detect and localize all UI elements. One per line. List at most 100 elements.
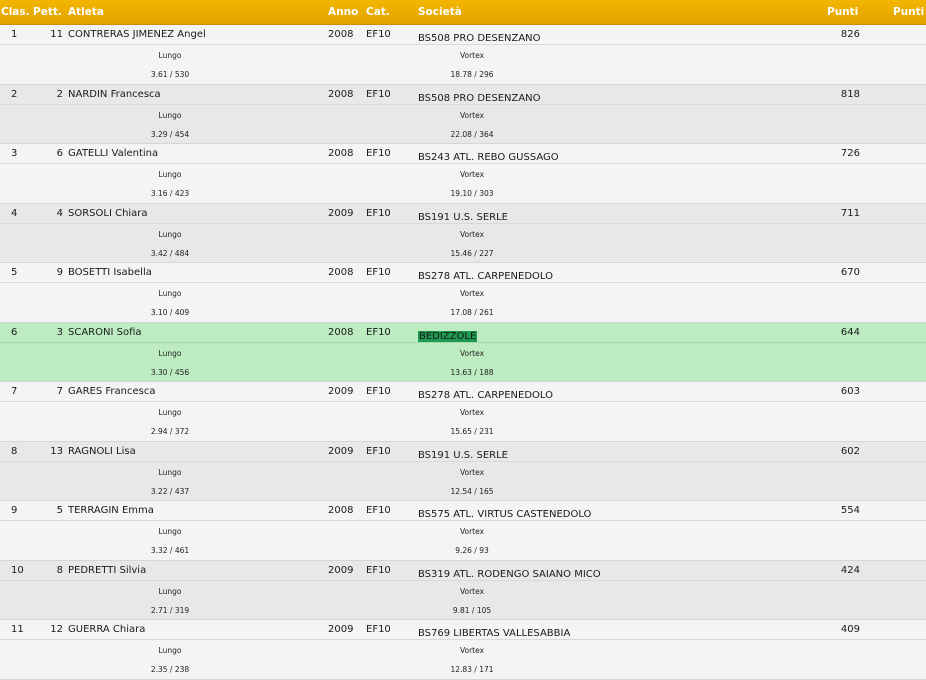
event-1-name: Lungo <box>158 51 182 60</box>
category-cell: EF10 <box>366 29 391 40</box>
event-2-name: Vortex <box>459 527 485 536</box>
rank-cell: 1 <box>11 29 18 40</box>
athlete-name-cell[interactable]: PEDRETTI Silvia <box>68 565 146 576</box>
points-cell: 711 <box>840 207 860 219</box>
year-cell: 2009 <box>328 624 354 635</box>
event-1-name: Lungo <box>158 170 182 179</box>
rank-cell: 10 <box>11 564 24 576</box>
table-header: Clas. Pett. Atleta Anno Cat. Società Pun… <box>0 0 926 25</box>
rank-cell: 8 <box>11 445 18 457</box>
event-2-result: 18.78 / 296 <box>450 70 494 79</box>
event-2-name: Vortex <box>459 586 485 596</box>
athlete-line: 3 6 GATELLI Valentina 2008 EF10 BS243 ATL. RE… <box>0 144 926 163</box>
athlete-name-cell[interactable]: NARDIN Francesca <box>68 89 161 100</box>
event-2-name: Vortex <box>459 348 485 358</box>
event-1-name: Lungo <box>158 408 182 417</box>
header-anno[interactable]: Anno <box>328 6 358 18</box>
table-row[interactable]: 1 11 CONTRERAS JIMENEZ Angel 2008 EF10 BS508 … <box>0 25 926 85</box>
event-1-result: 2.71 / 319 <box>150 605 190 615</box>
event-1-result: 3.30 / 456 <box>150 367 190 377</box>
table-row[interactable]: 9 5 TERRAGIN Emma 2008 EF10 BS575 ATL. VIRTUS… <box>0 501 926 561</box>
event-2-result: 9.26 / 93 <box>455 546 489 555</box>
event-names-line: Lungo Vortex <box>0 579 926 600</box>
event-1-name: Lungo <box>158 586 182 596</box>
event-1-result: 2.35 / 238 <box>150 665 190 674</box>
athlete-line: 4 4 SORSOLI Chiara 2009 EF10 BS191 U.S. SERLE… <box>0 204 926 223</box>
event-results-line: 3.61 / 530 18.78 / 296 <box>0 64 926 83</box>
event-names-line: Lungo Vortex <box>0 639 926 659</box>
header-atleta[interactable]: Atleta <box>68 6 104 18</box>
athlete-line: 11 12 GUERRA Chiara 2009 EF10 BS769 LIBERTAS … <box>0 620 926 639</box>
bib-cell: 4 <box>56 207 63 219</box>
event-1-name: Lungo <box>158 467 182 477</box>
event-results-line: 3.29 / 454 22.08 / 364 <box>0 124 926 143</box>
event-2-name: Vortex <box>459 170 485 179</box>
event-2-result: 12.54 / 165 <box>450 486 494 496</box>
header-punti[interactable]: Punti <box>827 6 858 18</box>
points-cell: 603 <box>840 386 860 397</box>
table-row[interactable]: 7 7 GARES Francesca 2009 EF10 BS278 ATL. CARP… <box>0 382 926 442</box>
athlete-name-cell[interactable]: RAGNOLI Lisa <box>68 446 136 457</box>
table-row[interactable]: 3 6 GATELLI Valentina 2008 EF10 BS243 ATL. RE… <box>0 144 926 204</box>
category-cell: EF10 <box>366 564 391 576</box>
event-2-name: Vortex <box>459 51 485 60</box>
header-punti-2[interactable]: Punti <box>893 6 924 18</box>
year-cell: 2009 <box>328 207 354 219</box>
athlete-line: 7 7 GARES Francesca 2009 EF10 BS278 ATL. CARP… <box>0 382 926 401</box>
athlete-name-cell[interactable]: SCARONI Sofia <box>68 327 142 338</box>
event-2-result: 9.81 / 105 <box>452 605 492 615</box>
points-cell: 644 <box>840 326 860 338</box>
event-1-result: 3.10 / 409 <box>150 308 190 317</box>
athlete-name-cell[interactable]: CONTRERAS JIMENEZ Angel <box>68 29 206 40</box>
event-results-line: 2.94 / 372 15.65 / 231 <box>0 421 926 440</box>
table-row[interactable]: 63SCARONI Sofia2008EF10BS377 ATL. BEDIZZ… <box>0 322 926 382</box>
year-cell: 2008 <box>328 505 354 516</box>
category-cell: EF10 <box>366 386 391 397</box>
event-1-name: Lungo <box>158 646 182 655</box>
year-cell: 2008 <box>328 326 354 338</box>
athlete-line: 8 13 RAGNOLI Lisa 2009 EF10 BS191 U.S. SERLE 6… <box>0 442 926 461</box>
category-cell: EF10 <box>366 267 391 278</box>
rank-cell: 4 <box>11 207 18 219</box>
event-results-line: 3.16 / 423 19.10 / 303 <box>0 183 926 202</box>
table-row[interactable]: 11 12 GUERRA Chiara 2009 EF10 BS769 LIBERTAS … <box>0 620 926 680</box>
points-cell: 670 <box>840 267 860 278</box>
athlete-name-cell[interactable]: GATELLI Valentina <box>68 148 158 159</box>
event-results-line: 3.42 / 484 15.46 / 227 <box>0 243 926 262</box>
rank-cell: 2 <box>11 88 18 100</box>
table-row[interactable]: 4 4 SORSOLI Chiara 2009 EF10 BS191 U.S. SERLE… <box>0 203 926 263</box>
event-1-result: 3.16 / 423 <box>150 189 190 198</box>
athlete-name-cell[interactable]: SORSOLI Chiara <box>68 208 148 219</box>
bib-cell: 11 <box>50 29 63 40</box>
athlete-name-cell[interactable]: TERRAGIN Emma <box>68 505 154 516</box>
event-1-result: 3.29 / 454 <box>150 129 190 139</box>
event-results-line: 2.71 / 319 9.81 / 105 <box>0 600 926 619</box>
event-2-name: Vortex <box>459 408 485 417</box>
athlete-name-cell[interactable]: GUERRA Chiara <box>68 624 145 635</box>
event-1-result: 3.32 / 461 <box>150 546 190 555</box>
header-clas[interactable]: Clas. <box>1 6 30 18</box>
event-2-result: 19.10 / 303 <box>450 189 494 198</box>
category-cell: EF10 <box>366 207 391 219</box>
bib-cell: 7 <box>56 386 63 397</box>
points-cell: 554 <box>840 505 860 516</box>
rank-cell: 9 <box>11 505 18 516</box>
table-row[interactable]: 5 9 BOSETTI Isabella 2008 EF10 BS278 ATL. CAR… <box>0 263 926 323</box>
points-cell: 818 <box>840 88 860 100</box>
rank-cell: 6 <box>11 326 18 338</box>
societa-text: BS243 ATL. REBO GUSSAGO <box>418 152 559 163</box>
event-2-name: Vortex <box>459 110 485 120</box>
header-pett[interactable]: Pett. <box>33 6 62 18</box>
header-societa[interactable]: Società <box>418 6 462 18</box>
table-row[interactable]: 8 13 RAGNOLI Lisa 2009 EF10 BS191 U.S. SERLE 6… <box>0 441 926 501</box>
points-cell: 409 <box>840 624 860 635</box>
table-row[interactable]: 10 8 PEDRETTI Silvia 2009 EF10 BS319 ATL. ROD… <box>0 560 926 620</box>
athlete-name-cell[interactable]: BOSETTI Isabella <box>68 267 152 278</box>
event-1-name: Lungo <box>158 348 182 358</box>
header-cat[interactable]: Cat. <box>366 6 390 18</box>
societa-text: BS278 ATL. CARPENEDOLO <box>418 390 553 401</box>
table-row[interactable]: 2 2 NARDIN Francesca 2008 EF10 BS508 PRO DESE… <box>0 84 926 144</box>
athlete-name-cell[interactable]: GARES Francesca <box>68 386 155 397</box>
event-names-line: Lungo Vortex <box>0 222 926 243</box>
event-results-line: 3.32 / 461 9.26 / 93 <box>0 540 926 559</box>
